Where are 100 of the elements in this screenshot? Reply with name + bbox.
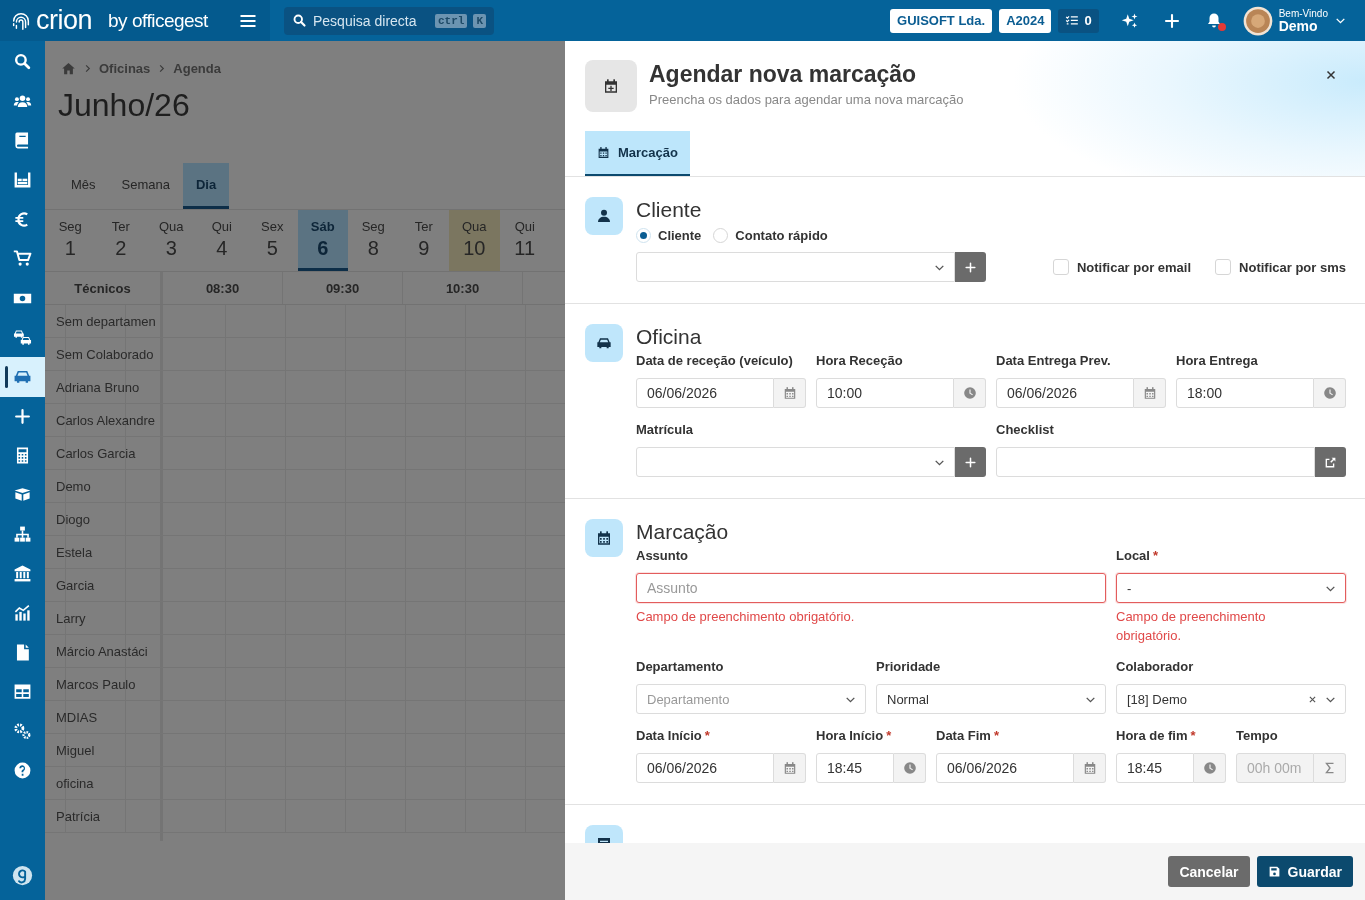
user-menu[interactable]: Bem-Vindo Demo bbox=[1242, 5, 1347, 36]
calendar-button[interactable] bbox=[1074, 753, 1106, 783]
add-button[interactable] bbox=[955, 447, 986, 477]
clock-button[interactable] bbox=[954, 378, 986, 408]
calendar-button[interactable] bbox=[1134, 378, 1166, 408]
day-tab[interactable]: Seg 8 bbox=[348, 210, 399, 271]
save-button[interactable]: Guardar bbox=[1256, 856, 1353, 887]
technician-name: Sem departamen bbox=[45, 305, 163, 337]
technician-name: Carlos Alexandre bbox=[45, 404, 163, 436]
clock-icon bbox=[902, 761, 917, 775]
form-tab[interactable]: Marcação bbox=[585, 131, 690, 176]
brand-icon bbox=[12, 865, 33, 886]
section-title: Oficina bbox=[636, 324, 703, 350]
field-label: Checklist bbox=[996, 422, 1054, 437]
column-header: 09:30 bbox=[283, 272, 403, 304]
calendar-icon bbox=[585, 519, 623, 557]
calendar-icon bbox=[597, 146, 610, 159]
required-mark: * bbox=[993, 728, 999, 743]
date-field[interactable]: 06/06/2026 bbox=[636, 378, 774, 408]
error-message: Campo de preenchimento obrigatório. bbox=[636, 608, 856, 626]
field-label: Hora Receção bbox=[816, 353, 903, 368]
technician-name: Miguel bbox=[45, 734, 163, 766]
shortcut-key: ctrl bbox=[435, 13, 468, 28]
required-mark: * bbox=[886, 728, 892, 743]
time-field[interactable]: 18:00 bbox=[1176, 378, 1314, 408]
field-label: Colaborador bbox=[1116, 659, 1194, 674]
clock-icon bbox=[1202, 761, 1217, 775]
floppy-icon bbox=[1267, 865, 1281, 878]
day-tab[interactable]: Sex 5 bbox=[247, 210, 298, 271]
avatar-icon bbox=[1242, 5, 1273, 36]
technician-name: Sem Colaborado bbox=[45, 338, 163, 370]
logo-tagline: by officegest bbox=[108, 9, 208, 32]
clock-button[interactable] bbox=[894, 753, 926, 783]
user-icon bbox=[585, 197, 623, 235]
cart-icon bbox=[13, 249, 32, 269]
page-title: Junho/26 bbox=[58, 87, 191, 125]
day-tab[interactable]: Ter 9 bbox=[398, 210, 449, 271]
clock-button[interactable] bbox=[1194, 753, 1226, 783]
field-label: Prioridade bbox=[876, 659, 941, 674]
dropdown[interactable]: [18] Demo bbox=[1116, 684, 1346, 714]
external-link-icon bbox=[1324, 455, 1337, 469]
gears-icon bbox=[13, 721, 32, 741]
radio-option[interactable]: Cliente bbox=[636, 227, 702, 243]
date-field[interactable]: 06/06/2026 bbox=[636, 753, 774, 783]
shelves-icon bbox=[13, 170, 32, 190]
required-mark: * bbox=[704, 728, 710, 743]
calendar-button[interactable] bbox=[774, 378, 806, 408]
date-field[interactable]: 06/06/2026 bbox=[936, 753, 1074, 783]
logo: crion bbox=[36, 7, 93, 34]
clock-button[interactable] bbox=[1314, 378, 1346, 408]
technician-name: Diogo bbox=[45, 503, 163, 535]
add-button[interactable] bbox=[1162, 11, 1181, 30]
field-label: Hora de fim bbox=[1116, 728, 1188, 743]
text-field[interactable]: Assunto bbox=[636, 573, 1106, 603]
close-button[interactable] bbox=[1325, 69, 1337, 81]
view-tab[interactable]: Semana bbox=[108, 163, 183, 209]
field-label: Departamento bbox=[636, 659, 724, 674]
open-button[interactable] bbox=[1315, 447, 1346, 477]
day-tab[interactable]: Qua 3 bbox=[146, 210, 197, 271]
table-icon bbox=[13, 682, 32, 702]
column-header: Técnicos bbox=[45, 272, 163, 304]
technician-name: Estela bbox=[45, 536, 163, 568]
day-tab[interactable]: Ter 2 bbox=[95, 210, 146, 271]
sparkles-icon bbox=[1120, 11, 1139, 30]
calendar-button[interactable] bbox=[774, 753, 806, 783]
calendar-icon bbox=[782, 761, 797, 775]
date-field[interactable]: 06/06/2026 bbox=[996, 378, 1134, 408]
day-tab[interactable]: Qui 4 bbox=[196, 210, 247, 271]
time-field[interactable]: 18:45 bbox=[1116, 753, 1194, 783]
checkbox-option[interactable]: Notificar por sms bbox=[1215, 259, 1346, 275]
radio-option[interactable]: Contato rápido bbox=[713, 227, 828, 243]
calendar-icon bbox=[1142, 386, 1157, 400]
required-mark: * bbox=[1190, 728, 1196, 743]
sparkles-button[interactable] bbox=[1120, 11, 1139, 30]
calendar-plus-icon bbox=[585, 60, 637, 112]
company-button[interactable]: GUISOFT Lda. bbox=[890, 8, 993, 33]
section-title: Cliente bbox=[636, 197, 703, 223]
dropdown[interactable]: - bbox=[1116, 573, 1346, 603]
field-label: Hora Início bbox=[816, 728, 884, 743]
home-icon bbox=[61, 60, 76, 76]
search-field[interactable]: Pesquisa directa ctrl K bbox=[284, 6, 494, 35]
column-header: 08:30 bbox=[163, 272, 283, 304]
add-button[interactable] bbox=[955, 252, 986, 282]
view-tab[interactable]: Mês bbox=[58, 163, 109, 209]
technician-name: Garcia bbox=[45, 569, 163, 601]
dropdown[interactable]: Normal bbox=[876, 684, 1106, 714]
tasks-button[interactable]: 0 bbox=[1058, 8, 1099, 33]
time-field[interactable]: 10:00 bbox=[816, 378, 954, 408]
cancel-button[interactable]: Cancelar bbox=[1168, 856, 1250, 887]
sidebar-item[interactable] bbox=[0, 357, 45, 397]
field-label: Assunto bbox=[636, 548, 688, 563]
sum-button[interactable] bbox=[1314, 753, 1346, 783]
technician-name: Patrícia bbox=[45, 800, 163, 832]
day-tab[interactable]: Qui 11 bbox=[499, 210, 550, 271]
checkbox-option[interactable]: Notificar por email bbox=[1052, 259, 1192, 275]
help-icon bbox=[13, 761, 32, 781]
time-field[interactable]: 18:45 bbox=[816, 753, 894, 783]
day-tab[interactable]: Seg 1 bbox=[45, 210, 96, 271]
section-title: Marcação bbox=[636, 519, 730, 545]
year-button[interactable]: A2024 bbox=[999, 8, 1052, 33]
